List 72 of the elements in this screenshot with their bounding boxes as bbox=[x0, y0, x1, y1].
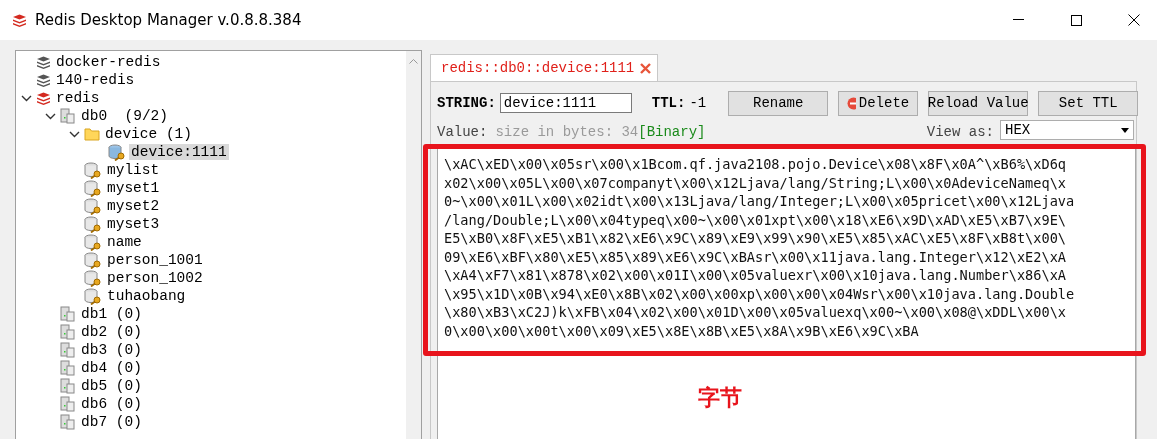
value-text-line: E5\xB0\x8F\xE5\xB1\x82\xE6\x9C\x89\xE9\x99\x90\xE5\x85\xAC\xE5\x8F\xB8t\x00\ bbox=[444, 229, 1067, 248]
tree-item[interactable]: person_1001 bbox=[105, 252, 205, 268]
value-text-line: \x95\x1D\x0B\x94\xE0\x8B\x02\x00\x00xp\x00\x00\x04Wsr\x00\x10java.lang.Double bbox=[444, 284, 1076, 303]
tree-item[interactable]: db1 (0) bbox=[79, 306, 144, 322]
delete-button[interactable]: Delete bbox=[838, 90, 919, 116]
tree-item[interactable]: redis bbox=[54, 90, 102, 106]
tree-item[interactable]: name bbox=[105, 234, 144, 250]
value-text-area[interactable] bbox=[437, 146, 1136, 439]
database-server-icon bbox=[60, 306, 76, 322]
database-key-icon bbox=[84, 251, 102, 269]
database-server-icon bbox=[60, 414, 76, 430]
tree-item[interactable]: db3 (0) bbox=[79, 342, 144, 358]
view-as-dropdown[interactable]: HEX bbox=[1000, 120, 1134, 140]
action-button[interactable]: Set TTL bbox=[1038, 90, 1139, 116]
value-text-line: 09\xE6\xBF\x80\xE5\x85\x89\xE6\x9C\xBAsr\x00\x11java.lang.Integer\x12\xE2\xA bbox=[444, 247, 1067, 266]
value-text-line: /lang/Double;L\x00\x04typeq\x00~\x00\x01xpt\x00\x18\xE6\x9D\xAD\xE5\xB7\x9E\ bbox=[444, 210, 1067, 229]
size-info: size in bytes: 34 bbox=[495, 124, 639, 140]
database-server-icon bbox=[60, 108, 76, 124]
key-name-field[interactable]: device:1111 bbox=[499, 93, 632, 113]
database-key-icon bbox=[84, 269, 102, 287]
view-as-label: View as: bbox=[926, 124, 994, 140]
value-text-line: \x80\xB3\xC2J)k\xFB\x04\x02\x00\x01D\x00\x05valuexq\x00~\x00\x08@\xDDL\x00\x bbox=[444, 303, 1067, 322]
action-button[interactable]: Rename bbox=[728, 90, 829, 116]
tree-item[interactable]: myset3 bbox=[105, 216, 162, 232]
maximize-icon[interactable] bbox=[1070, 14, 1082, 26]
database-key-icon bbox=[84, 161, 102, 179]
database-server-icon bbox=[60, 342, 76, 358]
action-button[interactable]: Reload Value bbox=[928, 90, 1029, 116]
value-text-line: 0~\x00\x01L\x00\x02idt\x00\x13Ljava/lang/Integer;L\x00\x05pricet\x00\x12Ljava bbox=[444, 192, 1076, 211]
tree-item[interactable]: db4 (0) bbox=[79, 360, 144, 376]
tree-item[interactable]: db2 (0) bbox=[79, 324, 144, 340]
tree-item[interactable]: person_1002 bbox=[105, 270, 205, 286]
tree-item[interactable]: myset2 bbox=[105, 198, 162, 214]
tree-item[interactable]: docker-redis bbox=[54, 54, 163, 70]
database-key-icon bbox=[84, 287, 102, 305]
value-text-line: \xAC\xED\x00\x05sr\x00\x1Bcom.qf.java2108.pojo.Device\x08\x8F\x0A^\xB6%\xD6q bbox=[444, 155, 1067, 174]
tree-item[interactable]: db6 (0) bbox=[79, 396, 144, 412]
tree-item[interactable]: myset1 bbox=[105, 180, 162, 196]
tree-item[interactable]: db0 (9/2) bbox=[79, 108, 170, 124]
type-label: STRING: bbox=[437, 95, 496, 111]
window-title: Redis Desktop Manager v.0.8.8.384 bbox=[35, 11, 303, 29]
database-key-icon bbox=[84, 233, 102, 251]
tree-item[interactable]: db5 (0) bbox=[79, 378, 144, 394]
close-icon[interactable] bbox=[1128, 14, 1140, 26]
value-label: Value: bbox=[437, 124, 488, 140]
tree-item[interactable]: device (1) bbox=[103, 126, 194, 142]
value-text-line: x02\x00\x05L\x00\x07companyt\x00\x12Ljava/lang/String;L\x00\x0AdeviceNameq\x bbox=[444, 173, 1067, 192]
delete-icon bbox=[847, 96, 856, 110]
database-key-icon bbox=[84, 197, 102, 215]
database-key-icon bbox=[84, 179, 102, 197]
key-tab[interactable]: redis::db0::device:1111 bbox=[430, 54, 659, 81]
tree-item[interactable]: db7 (0) bbox=[79, 414, 144, 430]
minimize-icon[interactable] bbox=[1012, 19, 1024, 21]
database-server-icon bbox=[60, 324, 76, 340]
database-server-icon bbox=[60, 360, 76, 376]
ttl-value: -1 bbox=[689, 95, 707, 111]
tree-item[interactable]: mylist bbox=[105, 162, 162, 178]
folder-icon bbox=[84, 127, 100, 141]
tree-item[interactable]: 140-redis bbox=[54, 72, 137, 88]
annotation-label: 字节 bbox=[698, 384, 742, 412]
dropdown-caret-icon bbox=[1121, 127, 1129, 133]
database-key-icon bbox=[108, 143, 126, 161]
ttl-label: TTL: bbox=[651, 95, 686, 111]
format-label: [Binary] bbox=[638, 124, 706, 140]
tree-item[interactable]: tuhaobang bbox=[105, 288, 188, 304]
server-stack-icon bbox=[12, 13, 27, 27]
value-text-line: \xA4\xF7\x81\x878\x02\x00\x01I\x00\x05valuexr\x00\x10java.lang.Number\x86\xA bbox=[444, 266, 1067, 285]
tree-item[interactable]: device:1111 bbox=[129, 144, 229, 160]
database-key-icon bbox=[84, 215, 102, 233]
value-text-line: 0\x00\x00\x00t\x00\x09\xE5\x8E\x8B\xE5\x8A\x9B\xE6\x9C\xBA bbox=[444, 321, 920, 340]
database-server-icon bbox=[60, 378, 76, 394]
database-server-icon bbox=[60, 396, 76, 412]
